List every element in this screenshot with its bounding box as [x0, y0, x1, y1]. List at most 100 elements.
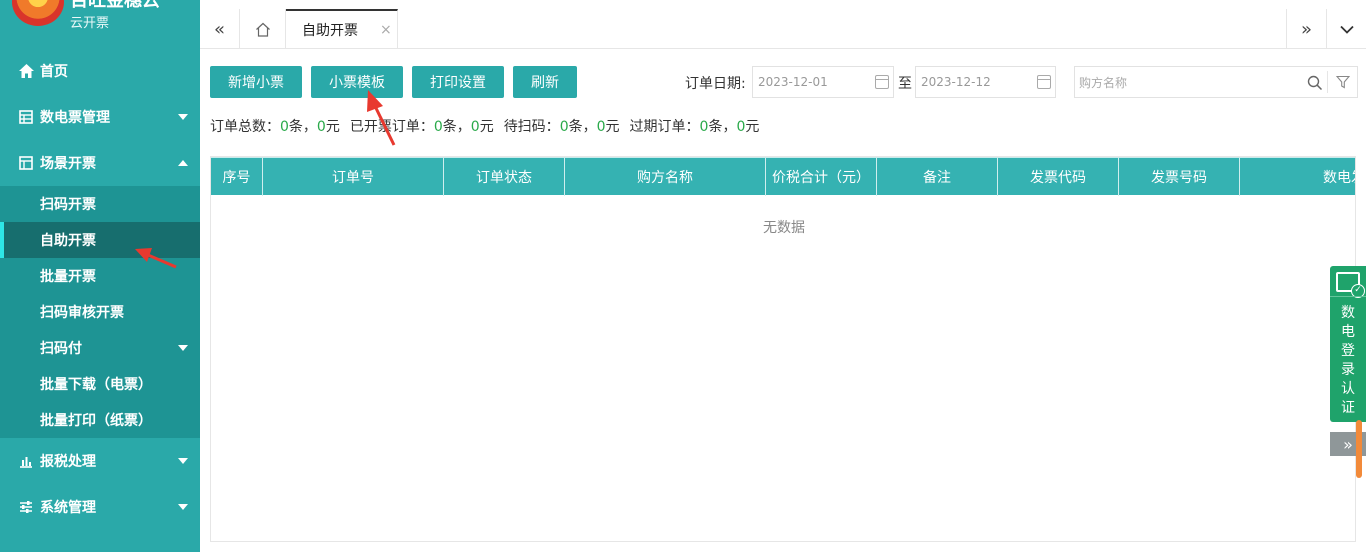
unit-text: 条， — [568, 119, 597, 135]
date-from-input[interactable]: 2023-12-01 — [752, 66, 894, 98]
date-to-value: 2023-12-12 — [921, 75, 991, 89]
widget-label-char: 登 — [1341, 343, 1355, 359]
print-settings-button[interactable]: 打印设置 — [412, 66, 504, 98]
order-date-label: 订单日期: — [685, 76, 746, 92]
search-placeholder: 购方名称 — [1079, 75, 1128, 90]
search-icon[interactable] — [1307, 75, 1323, 91]
orders-table: 序号 订单号 订单状态 购方名称 价税合计（元） 备注 发票代码 发票号码 数电… — [210, 156, 1356, 542]
chevron-up-icon — [178, 160, 188, 166]
column-header[interactable]: 订单状态 — [444, 158, 565, 196]
sidebar-item-home[interactable]: 首页 — [0, 48, 200, 94]
sidebar-subitem-scan-invoice[interactable]: 扫码开票 — [0, 186, 200, 222]
add-receipt-button[interactable]: 新增小票 — [210, 66, 302, 98]
calendar-icon — [1037, 75, 1051, 89]
scene-submenu: 扫码开票 自助开票 批量开票 扫码审核开票 扫码付 批量下载（电票） 批量打印（… — [0, 186, 200, 438]
widget-label-char: 数 — [1341, 305, 1355, 321]
sidebar-item-label: 系统管理 — [40, 500, 96, 516]
column-header[interactable]: 购方名称 — [565, 158, 766, 196]
sidebar-subitem-scan-pay[interactable]: 扫码付 — [0, 330, 200, 366]
scrollbar-thumb[interactable] — [1356, 420, 1362, 478]
order-summary: 订单总数：0条，0元 已开票订单：0条，0元 待扫码：0条，0元 过期订单：0条，0元 — [210, 116, 759, 136]
tab-scroll-right-button[interactable]: » — [1286, 9, 1326, 49]
tab-label: 自助开票 — [302, 23, 358, 39]
buyer-name-search-input[interactable]: 购方名称 — [1074, 66, 1358, 98]
home-outline-icon — [255, 22, 270, 37]
sidebar-item-label: 扫码付 — [40, 341, 82, 357]
total-label: 订单总数： — [210, 119, 280, 135]
sidebar-subitem-batch-print[interactable]: 批量打印（纸票） — [0, 402, 200, 438]
empty-state-text: 无数据 — [763, 220, 805, 236]
currency-unit: 元 — [605, 119, 620, 135]
tab-home[interactable] — [240, 9, 286, 49]
sidebar-subitem-batch-invoice[interactable]: 批量开票 — [0, 258, 200, 294]
currency-unit: 元 — [479, 119, 494, 135]
table-header: 序号 订单号 订单状态 购方名称 价税合计（元） 备注 发票代码 发票号码 数电… — [211, 157, 1355, 196]
id-card-check-icon — [1336, 272, 1365, 298]
sidebar-subitem-scan-review-invoice[interactable]: 扫码审核开票 — [0, 294, 200, 330]
expired-label: 过期订单： — [629, 119, 700, 135]
chevron-down-icon — [1339, 25, 1354, 34]
widget-label: 数电登录认证 — [1330, 304, 1366, 418]
currency-unit: 元 — [325, 119, 340, 135]
date-from-value: 2023-12-01 — [758, 75, 828, 89]
filter-icon[interactable] — [1327, 71, 1357, 93]
pending-count: 0 — [559, 119, 569, 135]
sidebar-menu: 首页 数电票管理 场景开票 扫码开票 自助开票 批量开票 扫码审核开票 扫码付 — [0, 48, 200, 530]
chevron-down-icon — [178, 504, 188, 510]
logo-area: 百旺金穗云 云开票 — [0, 0, 200, 48]
column-header[interactable]: 订单号 — [263, 158, 444, 196]
date-range-separator: 至 — [898, 76, 912, 92]
column-header[interactable]: 序号 — [211, 158, 263, 196]
sidebar-item-digital-invoice[interactable]: 数电票管理 — [0, 94, 200, 140]
sidebar-subitem-batch-download[interactable]: 批量下载（电票） — [0, 366, 200, 402]
total-count: 0 — [280, 119, 289, 135]
column-header[interactable]: 数电发票 — [1240, 158, 1355, 196]
chevron-down-icon — [178, 345, 188, 351]
sidebar-item-label: 首页 — [40, 64, 68, 80]
receipt-template-button[interactable]: 小票模板 — [311, 66, 403, 98]
sidebar: 百旺金穗云 云开票 首页 数电票管理 场景开票 扫码开票 自助开票 批量开票 扫… — [0, 0, 200, 552]
widget-label-char: 证 — [1341, 400, 1355, 416]
widget-label-char: 认 — [1341, 381, 1355, 397]
calendar-icon — [875, 75, 889, 89]
tab-more-button[interactable] — [1326, 9, 1366, 49]
issued-label: 已开票订单： — [349, 119, 434, 135]
digital-login-auth-widget[interactable]: 数电登录认证 — [1330, 266, 1366, 422]
refresh-button[interactable]: 刷新 — [513, 66, 577, 98]
pending-label: 待扫码： — [503, 119, 560, 135]
column-header[interactable]: 价税合计（元） — [766, 158, 877, 196]
sidebar-item-system-management[interactable]: 系统管理 — [0, 484, 200, 530]
column-header[interactable]: 备注 — [877, 158, 998, 196]
total-amount: 0 — [316, 119, 326, 135]
brand-logo-icon — [12, 0, 64, 26]
sidebar-item-label: 报税处理 — [40, 454, 96, 470]
chevron-down-icon — [178, 458, 188, 464]
tab-bar: « 自助开票 × » — [200, 0, 1366, 49]
brand-name: 百旺金穗云 — [70, 0, 160, 11]
widget-label-char: 录 — [1341, 362, 1355, 378]
issued-count: 0 — [433, 119, 443, 135]
document-list-icon — [18, 109, 34, 125]
unit-text: 条， — [288, 119, 317, 135]
date-to-input[interactable]: 2023-12-12 — [915, 66, 1056, 98]
sidebar-item-label: 场景开票 — [40, 156, 96, 172]
sidebar-item-tax-processing[interactable]: 报税处理 — [0, 438, 200, 484]
column-header[interactable]: 发票代码 — [998, 158, 1119, 196]
tab-self-service-invoice[interactable]: 自助开票 × — [286, 9, 398, 49]
issued-amount: 0 — [470, 119, 480, 135]
home-icon — [18, 63, 34, 79]
widget-label-char: 电 — [1341, 324, 1355, 340]
sidebar-subitem-self-service-invoice[interactable]: 自助开票 — [0, 222, 200, 258]
sidebar-item-scene-invoice[interactable]: 场景开票 — [0, 140, 200, 186]
sliders-icon — [18, 499, 34, 515]
bar-chart-icon — [18, 453, 34, 469]
unit-text: 条， — [442, 119, 471, 135]
brand-subtitle: 云开票 — [70, 16, 110, 31]
column-header[interactable]: 发票号码 — [1119, 158, 1240, 196]
currency-unit: 元 — [745, 119, 760, 135]
close-icon[interactable]: × — [380, 22, 392, 38]
unit-text: 条， — [708, 119, 737, 135]
scene-list-icon — [18, 155, 34, 171]
tab-scroll-left-button[interactable]: « — [200, 9, 240, 49]
pending-amount: 0 — [596, 119, 606, 135]
